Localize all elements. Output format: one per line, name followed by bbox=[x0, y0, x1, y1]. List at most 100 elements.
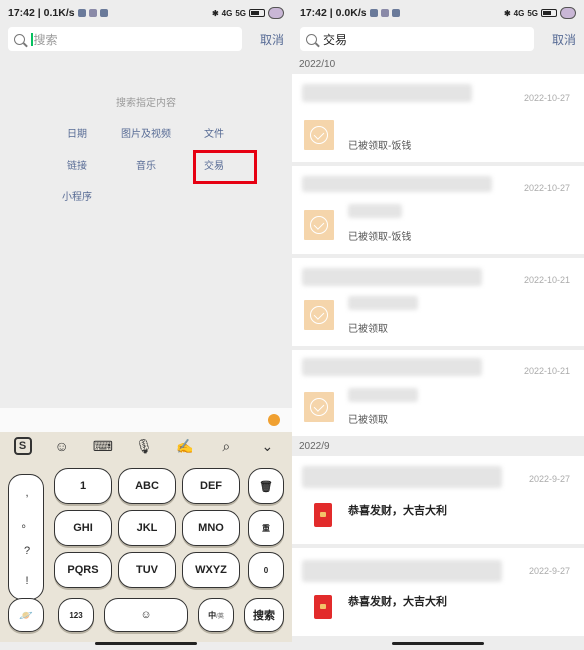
key-tuv[interactable]: TUV bbox=[118, 552, 176, 588]
red-packet-greeting: 恭喜发财，大吉大利 bbox=[348, 596, 447, 608]
keyboard-input-strip bbox=[0, 408, 292, 432]
blurred-name bbox=[302, 466, 502, 488]
key-0[interactable]: 0 bbox=[248, 552, 284, 588]
transaction-date: 2022-10-27 bbox=[523, 93, 570, 103]
red-packet-item[interactable]: 2022-9-27 恭喜发财，大吉大利 bbox=[292, 456, 584, 544]
cancel-button[interactable]: 取消 bbox=[250, 31, 284, 48]
status-speed: 0.1K/s bbox=[43, 7, 75, 19]
space-mascot-icon: ☺ bbox=[140, 609, 152, 621]
blurred-text bbox=[348, 388, 418, 402]
status-bar: 17:42 | 0.1K/s ✱ 4G 5G bbox=[0, 0, 292, 26]
transaction-status: 已被领取 bbox=[348, 324, 388, 335]
transfer-icon bbox=[304, 120, 334, 150]
blurred-name bbox=[302, 268, 482, 286]
notification-icon bbox=[88, 9, 97, 17]
transaction-status: 已被领取-饭钱 bbox=[348, 232, 412, 243]
transaction-date: 2022-10-21 bbox=[523, 366, 570, 376]
key-def[interactable]: DEF bbox=[182, 468, 240, 504]
key-language-alt: /英 bbox=[216, 613, 224, 620]
keyboard-icon[interactable]: ⌨ bbox=[92, 438, 114, 455]
option-mini-programs[interactable]: 小程序 bbox=[47, 188, 107, 203]
notification-icon bbox=[391, 9, 400, 17]
clear-key[interactable]: 🗑 bbox=[248, 468, 284, 504]
transaction-status: 已被领取 bbox=[348, 415, 388, 426]
planet-key[interactable]: 🪐 bbox=[8, 598, 44, 632]
sogou-logo-icon[interactable]: S bbox=[13, 437, 32, 455]
option-files[interactable]: 文件 bbox=[184, 125, 244, 140]
home-indicator bbox=[95, 642, 197, 645]
red-packet-greeting: 恭喜发财，大吉大利 bbox=[348, 505, 447, 517]
transaction-item[interactable]: 2022-10-21 已被领取 bbox=[292, 258, 584, 346]
key-abc[interactable]: ABC bbox=[118, 468, 176, 504]
avatar-icon bbox=[268, 7, 284, 19]
transaction-item[interactable]: 2022-10-27 已被领取-饭钱 bbox=[292, 166, 584, 254]
microphone-icon[interactable]: 🎙 bbox=[133, 438, 155, 455]
option-links[interactable]: 链接 bbox=[47, 157, 107, 172]
search-screen-left: 17:42 | 0.1K/s ✱ 4G 5G 搜索 取消 搜索指定内容 日期 图… bbox=[0, 0, 292, 650]
symbol-column[interactable]: , 。 ? ! bbox=[8, 474, 44, 600]
search-box[interactable]: 交易 bbox=[300, 27, 534, 51]
option-images-videos[interactable]: 图片及视频 bbox=[116, 125, 176, 140]
transfer-icon bbox=[304, 392, 334, 422]
key-jkl[interactable]: JKL bbox=[118, 510, 176, 546]
check-icon bbox=[310, 398, 328, 416]
trash-icon: 🗑 bbox=[259, 480, 273, 493]
notification-icon bbox=[380, 9, 389, 17]
battery-icon bbox=[249, 9, 265, 17]
symbol-key[interactable]: 。 bbox=[9, 515, 45, 531]
search-icon[interactable]: ⌕ bbox=[215, 438, 237, 455]
search-bar: 搜索 取消 bbox=[8, 27, 284, 51]
notification-icon bbox=[369, 9, 378, 17]
highlight-box bbox=[193, 150, 257, 184]
emoji-icon[interactable]: ☺ bbox=[51, 438, 73, 454]
key-language-main: 中 bbox=[208, 610, 217, 620]
transaction-date: 2022-10-21 bbox=[523, 275, 570, 285]
check-icon bbox=[310, 306, 328, 324]
handwriting-icon[interactable]: ✍ bbox=[174, 438, 196, 455]
transaction-date: 2022-9-27 bbox=[528, 474, 570, 484]
transaction-date: 2022-10-27 bbox=[523, 183, 570, 193]
check-icon bbox=[310, 126, 328, 144]
blurred-name bbox=[302, 84, 472, 102]
key-123[interactable]: 123 bbox=[58, 598, 94, 632]
symbol-key[interactable]: , bbox=[9, 487, 45, 499]
key-language-switch[interactable]: 中/英 bbox=[198, 598, 234, 632]
symbol-key[interactable]: ? bbox=[9, 545, 45, 557]
search-query[interactable]: 交易 bbox=[323, 31, 347, 48]
signal-4g: 4G bbox=[513, 8, 525, 18]
key-wxyz[interactable]: WXYZ bbox=[182, 552, 240, 588]
chevron-down-icon[interactable]: ⌄ bbox=[256, 438, 278, 455]
key-mno[interactable]: MNO bbox=[182, 510, 240, 546]
blurred-name bbox=[302, 176, 492, 192]
cancel-button[interactable]: 取消 bbox=[542, 31, 576, 48]
key-ghi[interactable]: GHI bbox=[54, 510, 112, 546]
transaction-item[interactable]: 2022-10-21 已被领取 bbox=[292, 350, 584, 436]
status-time: 17:42 bbox=[300, 7, 327, 19]
option-music[interactable]: 音乐 bbox=[116, 157, 176, 172]
space-key[interactable]: ☺ bbox=[104, 598, 188, 632]
month-header: 2022/10 bbox=[292, 56, 584, 74]
status-bar: 17:42 | 0.0K/s ✱ 4G 5G bbox=[292, 0, 584, 26]
notification-icon bbox=[77, 9, 86, 17]
key-retype[interactable]: 重 bbox=[248, 510, 284, 546]
key-1[interactable]: 1 bbox=[54, 468, 112, 504]
keyboard: S ☺ ⌨ 🎙 ✍ ⌕ ⌄ , 。 ? ! 1 ABC DEF 🗑 GHI JK… bbox=[0, 432, 292, 642]
symbol-key[interactable]: ! bbox=[9, 575, 45, 587]
notification-icon bbox=[99, 9, 108, 17]
transaction-status: 已被领取-饭钱 bbox=[348, 141, 412, 152]
status-speed: 0.0K/s bbox=[335, 7, 367, 19]
search-input[interactable]: 搜索 bbox=[34, 31, 58, 48]
blurred-name bbox=[302, 560, 502, 582]
red-packet-icon bbox=[314, 595, 332, 619]
bluetooth-icon: ✱ bbox=[503, 8, 511, 18]
search-key[interactable]: 搜索 bbox=[244, 598, 284, 632]
search-hint: 搜索指定内容 bbox=[116, 98, 176, 109]
transaction-item[interactable]: 2022-10-27 已被领取-饭钱 bbox=[292, 74, 584, 162]
keyboard-toolbar: S ☺ ⌨ 🎙 ✍ ⌕ ⌄ bbox=[0, 432, 292, 460]
blurred-text bbox=[348, 204, 402, 218]
option-date[interactable]: 日期 bbox=[47, 125, 107, 140]
red-packet-item[interactable]: 2022-9-27 恭喜发财，大吉大利 bbox=[292, 548, 584, 636]
blurred-text bbox=[348, 296, 418, 310]
key-pqrs[interactable]: PQRS bbox=[54, 552, 112, 588]
search-box[interactable]: 搜索 bbox=[8, 27, 242, 51]
